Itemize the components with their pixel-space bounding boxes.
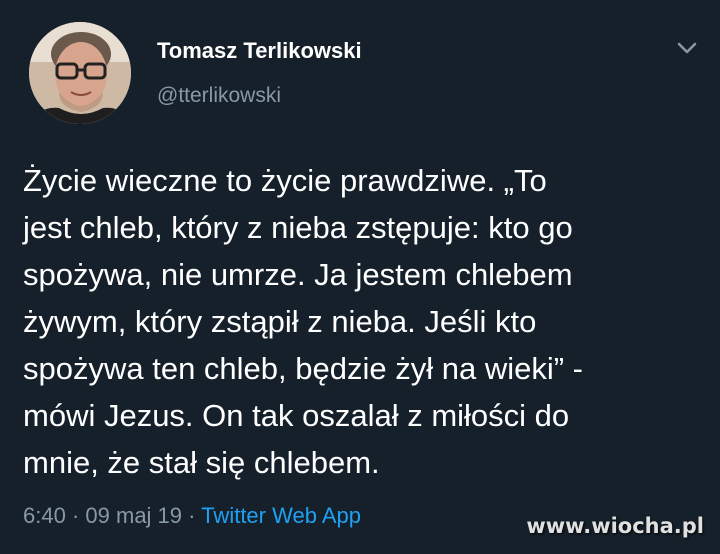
author-handle[interactable]: @tterlikowski: [157, 84, 281, 108]
tweet-card: Tomasz Terlikowski @tterlikowski Życie w…: [0, 0, 720, 554]
watermark: www.wiocha.pl: [526, 514, 704, 538]
tweet-source-link[interactable]: Twitter Web App: [201, 503, 361, 528]
tweet-date[interactable]: 09 maj 19: [85, 503, 182, 528]
author-avatar[interactable]: [29, 22, 131, 124]
tweet-meta: 6:40 · 09 maj 19 · Twitter Web App: [23, 503, 361, 529]
avatar-photo-icon: [29, 22, 131, 124]
meta-separator: ·: [188, 503, 196, 528]
tweet-text: Życie wieczne to życie prawdziwe. „To je…: [23, 163, 583, 480]
meta-separator: ·: [71, 503, 80, 528]
tweet-time[interactable]: 6:40: [23, 503, 66, 528]
author-name[interactable]: Tomasz Terlikowski: [157, 38, 362, 64]
chevron-down-icon[interactable]: [673, 38, 701, 58]
